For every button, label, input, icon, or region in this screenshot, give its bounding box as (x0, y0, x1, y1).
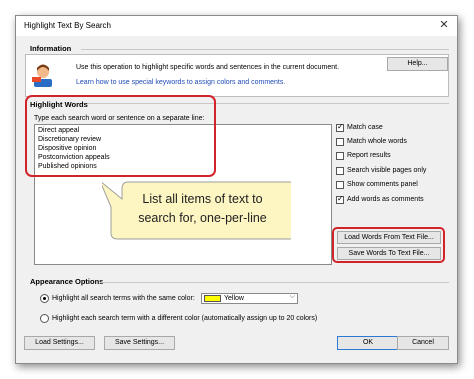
information-text: Use this operation to highlight specific… (76, 64, 340, 71)
same-color-radio[interactable] (40, 294, 49, 303)
different-color-label: Highlight each search term with a differ… (52, 315, 318, 322)
help-button[interactable]: Help... (387, 57, 448, 71)
show-comments-panel-checkbox[interactable] (336, 181, 344, 189)
load-words-button[interactable]: Load Words From Text File... (337, 231, 441, 244)
title-bar: Highlight Text By Search ✕ (16, 16, 457, 36)
match-whole-words-checkbox[interactable] (336, 138, 344, 146)
save-words-button[interactable]: Save Words To Text File... (337, 247, 441, 260)
option-label: Match whole words (347, 138, 407, 145)
search-visible-pages-checkbox[interactable] (336, 167, 344, 175)
close-icon[interactable]: ✕ (437, 18, 451, 33)
option-label: Match case (347, 124, 383, 131)
cancel-button[interactable]: Cancel (397, 336, 449, 350)
save-settings-button[interactable]: Save Settings... (104, 336, 175, 350)
color-select[interactable]: Yellow ⌵ (201, 293, 298, 304)
color-value: Yellow (224, 295, 244, 302)
option-label: Add words as comments (347, 196, 424, 203)
appearance-divider (100, 282, 449, 283)
information-label: Information (30, 44, 72, 53)
callout-line-1: List all items of text to (142, 192, 263, 206)
load-settings-button[interactable]: Load Settings... (24, 336, 95, 350)
keywords-help-link[interactable]: Learn how to use special keywords to ass… (76, 79, 285, 86)
report-results-checkbox[interactable] (336, 152, 344, 160)
information-panel: Use this operation to highlight specific… (25, 54, 449, 97)
chevron-down-icon: ⌵ (289, 293, 295, 300)
option-label: Search visible pages only (347, 167, 427, 174)
option-label: Report results (347, 152, 391, 159)
callout-text: List all items of text to search for, on… (108, 190, 297, 228)
color-swatch (204, 295, 221, 302)
window-title: Highlight Text By Search (24, 21, 112, 30)
ok-button[interactable]: OK (337, 336, 399, 350)
callout-line-2: search for, one-per-line (138, 211, 267, 225)
information-divider (81, 49, 449, 50)
appearance-options-label: Appearance Options (30, 277, 104, 286)
option-label: Show comments panel (347, 181, 418, 188)
highlight-words-annotation (25, 95, 216, 177)
match-case-checkbox[interactable] (336, 122, 344, 132)
same-color-label: Highlight all search terms with the same… (52, 295, 195, 302)
different-color-radio[interactable] (40, 314, 49, 323)
instruction-callout: List all items of text to search for, on… (102, 181, 291, 257)
user-highlight-icon (32, 64, 52, 87)
add-words-as-comments-checkbox[interactable] (336, 194, 344, 204)
